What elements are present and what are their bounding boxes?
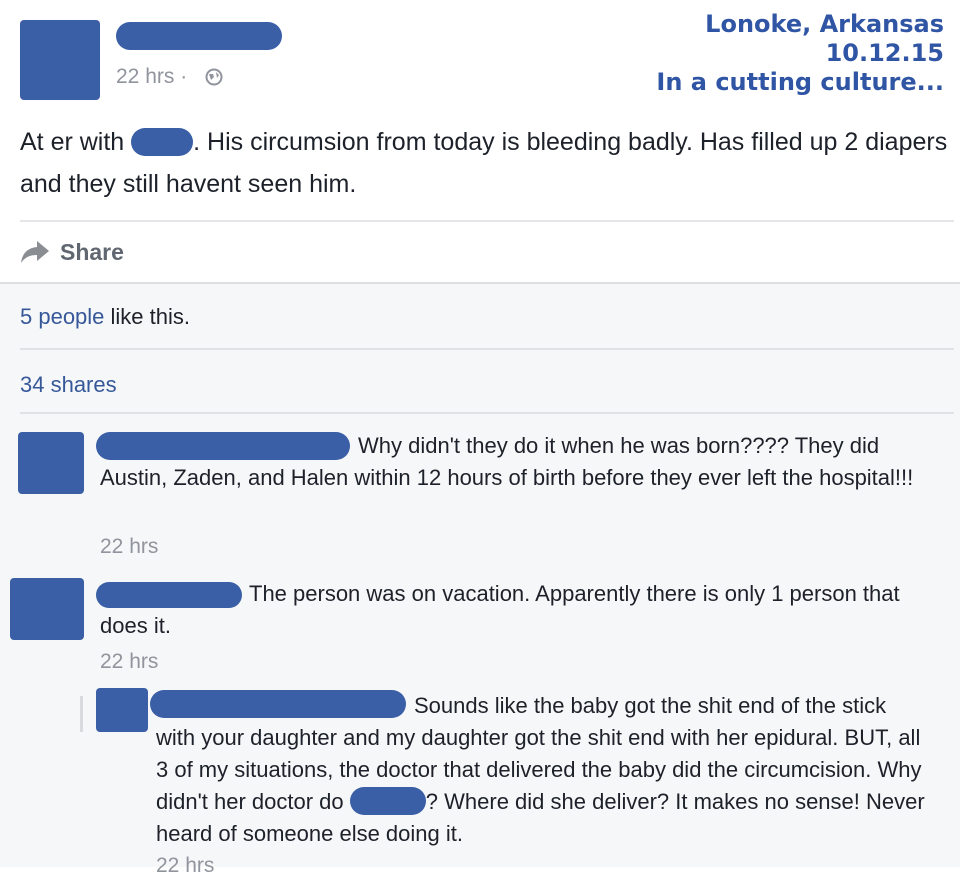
redacted-name: [131, 128, 194, 156]
reply-text: Sounds like the baby got the shit end of…: [156, 690, 926, 850]
share-label: Share: [60, 238, 124, 265]
reply-timestamp[interactable]: 22 hrs: [156, 854, 214, 878]
likes-summary: 5 people like this.: [20, 304, 190, 330]
post-body: At er with . His circumsion from today i…: [20, 121, 950, 205]
reply-avatar[interactable]: [96, 688, 148, 732]
location-overlay: Lonoke, Arkansas 10.12.15 In a cutting c…: [656, 10, 944, 97]
post-timestamp[interactable]: 22 hrs ·: [116, 65, 187, 89]
commenter-avatar[interactable]: [10, 578, 84, 640]
shares-link[interactable]: 34 shares: [20, 372, 117, 398]
divider: [20, 348, 954, 350]
share-arrow-icon: [21, 241, 49, 263]
overlay-caption: In a cutting culture...: [656, 68, 944, 96]
reply-thread-line: [80, 696, 83, 732]
overlay-location: Lonoke, Arkansas: [705, 10, 944, 38]
likes-link[interactable]: 5 people: [20, 304, 104, 329]
divider: [20, 220, 954, 222]
feedback-section: 5 people like this. 34 shares Why didn't…: [0, 282, 960, 877]
poster-name-redacted[interactable]: [116, 22, 282, 50]
post-card: 22 hrs · Lonoke, Arkansas 10.12.15 In a …: [0, 0, 960, 282]
commenter-avatar[interactable]: [18, 432, 84, 494]
divider: [20, 412, 954, 414]
globe-icon: [205, 68, 223, 86]
comment-timestamp[interactable]: 22 hrs: [100, 650, 158, 674]
overlay-date: 10.12.15: [825, 39, 944, 67]
redacted-name: [349, 787, 426, 815]
comment-text: Why didn't they do it when he was born??…: [100, 433, 914, 490]
likes-text: like this.: [104, 304, 191, 329]
post-text-start: At er with: [20, 128, 132, 156]
share-button[interactable]: Share: [20, 232, 124, 272]
comment-text: The person was on vacation. Apparently t…: [100, 581, 900, 638]
comment-timestamp[interactable]: 22 hrs: [100, 535, 158, 559]
poster-avatar[interactable]: [20, 20, 100, 100]
